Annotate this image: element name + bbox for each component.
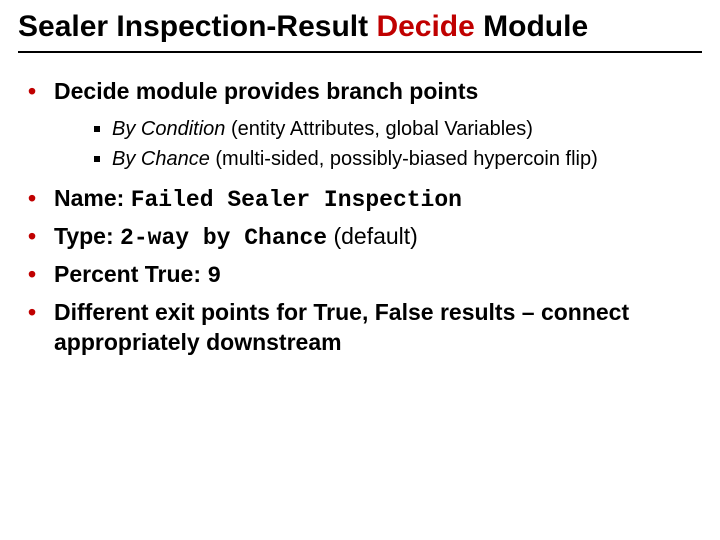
bullet-text: Decide module provides branch points [54,78,478,104]
sub-bullet-by-chance: By Chance (multi-sided, possibly-biased … [94,146,702,172]
bullet-value: 2-way by Chance [120,225,327,251]
bullet-label: Name: [54,185,131,211]
bullet-list: Decide module provides branch points By … [18,77,702,358]
bullet-exit-points: Different exit points for True, False re… [28,298,702,358]
title-post: Module [475,10,588,43]
sub-bullet-rest: (entity Attributes, global Variables) [225,118,533,140]
bullet-label: Type: [54,223,120,249]
bullet-value: Failed Sealer Inspection [131,187,462,213]
sub-bullet-rest: (multi-sided, possibly-biased hypercoin … [210,148,598,170]
title-pre: Sealer Inspection-Result [18,10,376,43]
bullet-type: Type: 2-way by Chance (default) [28,222,702,254]
bullet-name: Name: Failed Sealer Inspection [28,184,702,216]
bullet-label: Percent True: [54,261,207,287]
sub-bullet-list: By Condition (entity Attributes, global … [54,116,702,172]
bullet-suffix: (default) [327,223,418,249]
bullet-value: 9 [207,263,221,289]
sub-bullet-em: By Condition [112,118,225,140]
sub-bullet-em: By Chance [112,148,210,170]
bullet-percent-true: Percent True: 9 [28,260,702,292]
title-accent: Decide [376,10,474,43]
sub-bullet-by-condition: By Condition (entity Attributes, global … [94,116,702,142]
bullet-text: Different exit points for True, False re… [54,299,629,355]
slide: Sealer Inspection-Result Decide Module D… [0,0,720,540]
bullet-decide-module: Decide module provides branch points By … [28,77,702,173]
slide-title: Sealer Inspection-Result Decide Module [18,10,702,53]
